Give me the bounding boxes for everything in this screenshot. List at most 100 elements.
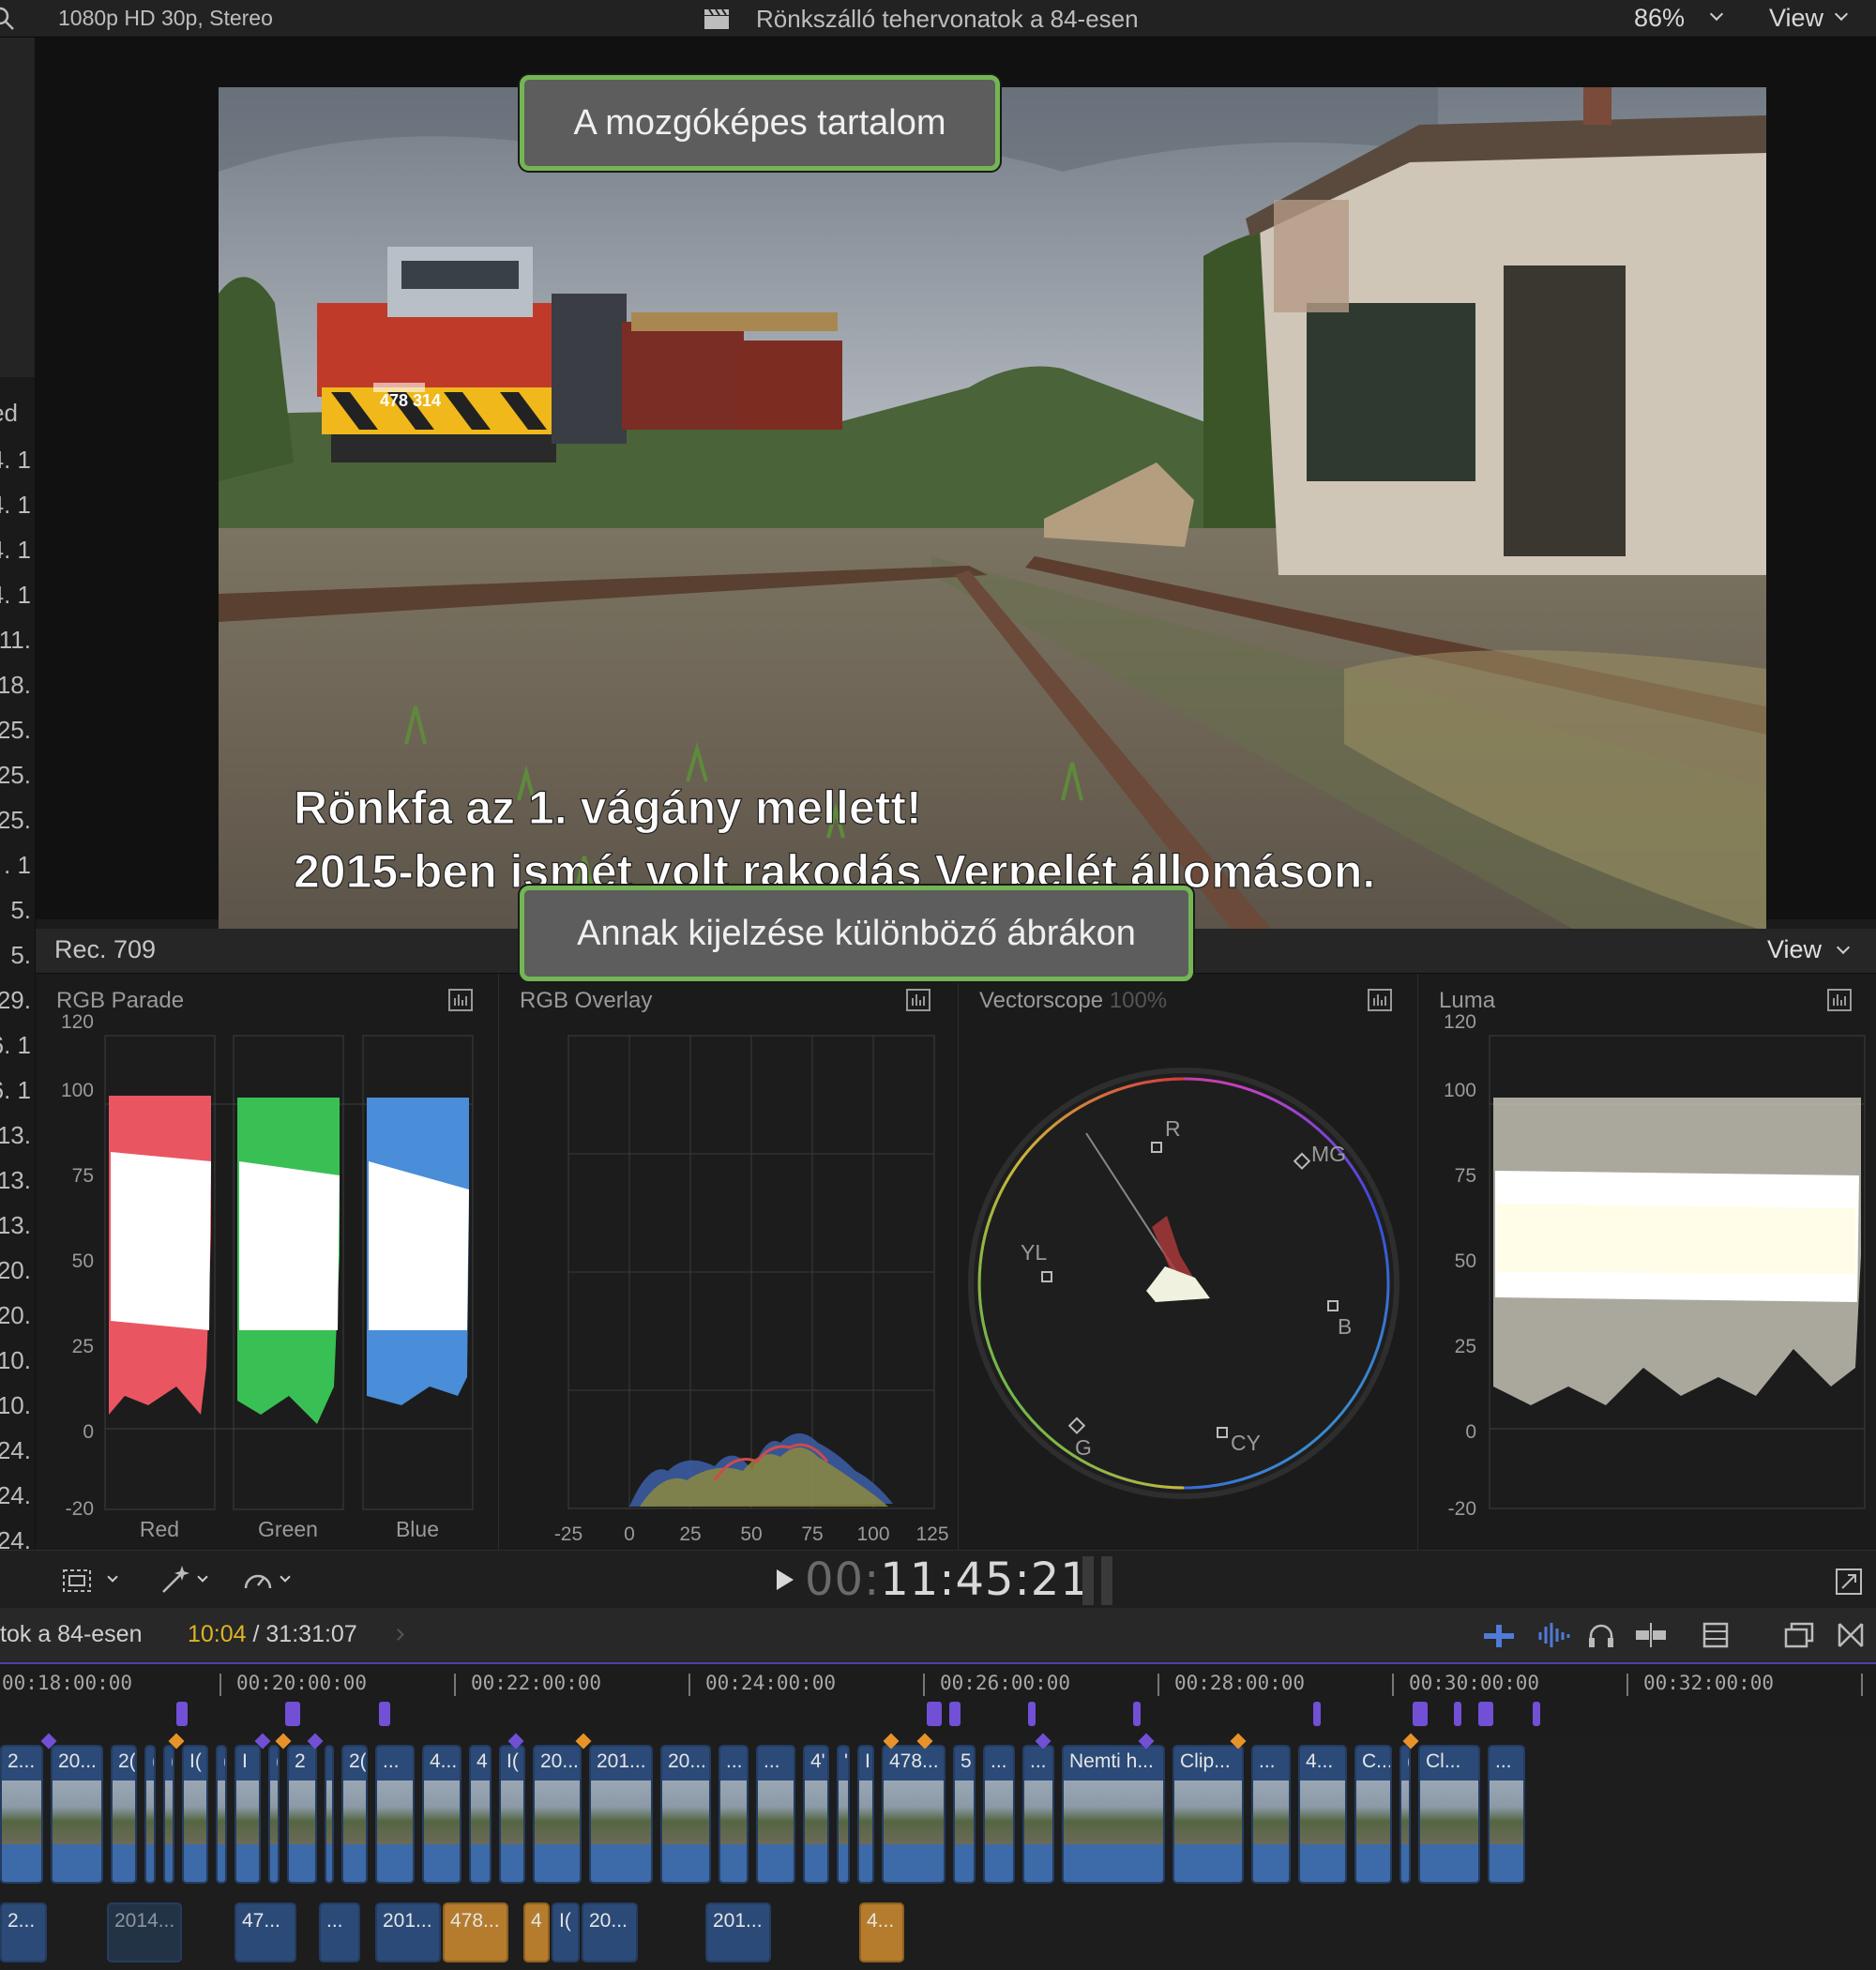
timeline-clip[interactable]: Clip...: [1172, 1745, 1244, 1884]
list-item[interactable]: 25.: [0, 716, 31, 745]
connected-clip[interactable]: 4...: [859, 1902, 904, 1962]
timeline-clip[interactable]: 20...: [51, 1745, 103, 1884]
list-item[interactable]: 4. 1: [0, 491, 31, 520]
clip-appearance-icon[interactable]: [1702, 1621, 1730, 1649]
timeline-clip[interactable]: 2: [287, 1745, 317, 1884]
chapter-marker[interactable]: [285, 1702, 300, 1726]
timeline-clip[interactable]: 4...: [1298, 1745, 1347, 1884]
list-item[interactable]: 20.: [0, 1301, 31, 1330]
list-item[interactable]: 11.: [0, 626, 31, 655]
list-item[interactable]: 13.: [0, 1166, 31, 1195]
connected-clip[interactable]: 2014...: [107, 1902, 182, 1962]
connected-clip[interactable]: I(: [552, 1902, 580, 1962]
audio-skimming-icon[interactable]: [1536, 1621, 1570, 1649]
timeline-clip[interactable]: ...: [1251, 1745, 1291, 1884]
timeline-clip[interactable]: 20...: [533, 1745, 582, 1884]
list-item[interactable]: 6. 1: [0, 1031, 31, 1060]
list-item[interactable]: 29.: [0, 986, 31, 1015]
timeline-clip[interactable]: Nemti h...: [1062, 1745, 1165, 1884]
list-item[interactable]: 25.: [0, 761, 31, 790]
connected-clip[interactable]: 47...: [234, 1902, 296, 1962]
fullscreen-icon[interactable]: [1835, 1568, 1863, 1596]
list-item[interactable]: 25.: [0, 806, 31, 835]
list-item[interactable]: 4. 1: [0, 446, 31, 475]
connected-clip[interactable]: 478...: [443, 1902, 508, 1962]
timeline-clip[interactable]: (: [163, 1745, 174, 1884]
timeline-clip[interactable]: ...: [983, 1745, 1015, 1884]
timeline-clip[interactable]: I: [857, 1745, 874, 1884]
chapter-marker[interactable]: [927, 1702, 942, 1726]
list-item[interactable]: 13.: [0, 1121, 31, 1150]
connected-clip[interactable]: 201...: [375, 1902, 441, 1962]
chapter-marker[interactable]: [176, 1702, 188, 1726]
timeline-tracks[interactable]: 2...20...2(((I((I(2I2(...4...4I(20...201…: [0, 1733, 1876, 1970]
chevron-down-icon[interactable]: [1709, 7, 1724, 22]
connected-clip[interactable]: 201...: [705, 1902, 771, 1962]
connected-clip[interactable]: 20...: [582, 1902, 638, 1962]
snapping-icon[interactable]: [1634, 1621, 1668, 1649]
timeline-clip[interactable]: 2...: [0, 1745, 43, 1884]
timeline-clip[interactable]: 201...: [589, 1745, 653, 1884]
list-item[interactable]: 5.: [10, 941, 31, 970]
timeline-clip[interactable]: 4: [469, 1745, 492, 1884]
chevron-down-icon[interactable]: [197, 1571, 208, 1583]
viewer-layout-icon[interactable]: [62, 1568, 94, 1594]
timecode-display[interactable]: 00:11:45:21: [805, 1553, 1090, 1606]
speedometer-icon[interactable]: [242, 1566, 274, 1594]
timeline-clip[interactable]: 478...: [882, 1745, 946, 1884]
headphones-icon[interactable]: [1587, 1621, 1615, 1649]
timeline-clip[interactable]: (: [144, 1745, 156, 1884]
timeline-clip[interactable]: (: [268, 1745, 280, 1884]
rgb-parade-scope[interactable]: RGB Parade 120 100 75 50 25 0 -20 Red Gr…: [36, 974, 499, 1550]
timeline-index-icon[interactable]: [1784, 1621, 1814, 1649]
timeline-clip[interactable]: 4': [803, 1745, 829, 1884]
timeline-clip[interactable]: 4...: [422, 1745, 461, 1884]
timeline-clip[interactable]: Cl...: [1418, 1745, 1480, 1884]
timeline-clip[interactable]: 20...: [660, 1745, 711, 1884]
list-item[interactable]: 4. 1: [0, 536, 31, 565]
play-icon[interactable]: [775, 1568, 795, 1592]
timeline-clip[interactable]: C...: [1354, 1745, 1392, 1884]
list-item[interactable]: 13.: [0, 1211, 31, 1240]
timeline-clip[interactable]: ...: [719, 1745, 749, 1884]
timeline-clip[interactable]: ...: [1488, 1745, 1525, 1884]
list-item[interactable]: 10.: [0, 1346, 31, 1375]
timeline-clip[interactable]: I(: [499, 1745, 525, 1884]
chapter-marker[interactable]: [1454, 1702, 1461, 1726]
search-icon[interactable]: [0, 6, 17, 32]
timeline-clip[interactable]: ': [837, 1745, 850, 1884]
magic-wand-icon[interactable]: [158, 1564, 191, 1596]
chevron-down-icon[interactable]: [1836, 940, 1851, 955]
list-item[interactable]: 5.: [10, 896, 31, 925]
list-item[interactable]: 18.: [0, 671, 31, 700]
chapter-marker[interactable]: [1533, 1702, 1540, 1726]
connected-clip[interactable]: 2...: [0, 1902, 47, 1962]
zoom-menu[interactable]: 86%: [1634, 4, 1685, 33]
chevron-right-icon[interactable]: [392, 1629, 404, 1641]
chapter-marker[interactable]: [1028, 1702, 1036, 1726]
timeline-ruler[interactable]: 00:18:00:00 00:20:00:00 00:22:00:00 00:24:0…: [0, 1666, 1876, 1702]
skimming-icon[interactable]: [1482, 1623, 1516, 1649]
transitions-browser-icon[interactable]: [1837, 1621, 1865, 1649]
rgb-overlay-scope[interactable]: RGB Overlay -25 0 25 50 75 100 125: [499, 974, 959, 1550]
timeline-clip[interactable]: (: [216, 1745, 227, 1884]
connected-clip[interactable]: 4: [523, 1902, 550, 1962]
luma-waveform-scope[interactable]: Luma 120 100 75 50 25 0 -20: [1418, 974, 1876, 1550]
chevron-down-icon[interactable]: [1834, 7, 1849, 22]
list-item[interactable]: 20.: [0, 1256, 31, 1285]
chapter-marker[interactable]: [1133, 1702, 1141, 1726]
vectorscope[interactable]: Vectorscope 100% R MG YL B G CY: [959, 974, 1418, 1550]
chapter-marker[interactable]: [1413, 1702, 1428, 1726]
timeline-clip[interactable]: I(: [182, 1745, 208, 1884]
timeline-clip[interactable]: I: [234, 1745, 261, 1884]
list-item[interactable]: 6. 1: [0, 1076, 31, 1105]
timeline-clip[interactable]: 2(: [341, 1745, 368, 1884]
list-item[interactable]: 24.: [0, 1436, 31, 1465]
scopes-view-menu[interactable]: View: [1767, 935, 1822, 964]
list-item[interactable]: 24.: [0, 1481, 31, 1510]
chapter-marker[interactable]: [1313, 1702, 1321, 1726]
timeline-clip[interactable]: 5: [953, 1745, 976, 1884]
timeline-clip[interactable]: 2(: [111, 1745, 137, 1884]
viewer-view-menu[interactable]: View: [1769, 4, 1823, 33]
timeline-clip[interactable]: ...: [375, 1745, 415, 1884]
